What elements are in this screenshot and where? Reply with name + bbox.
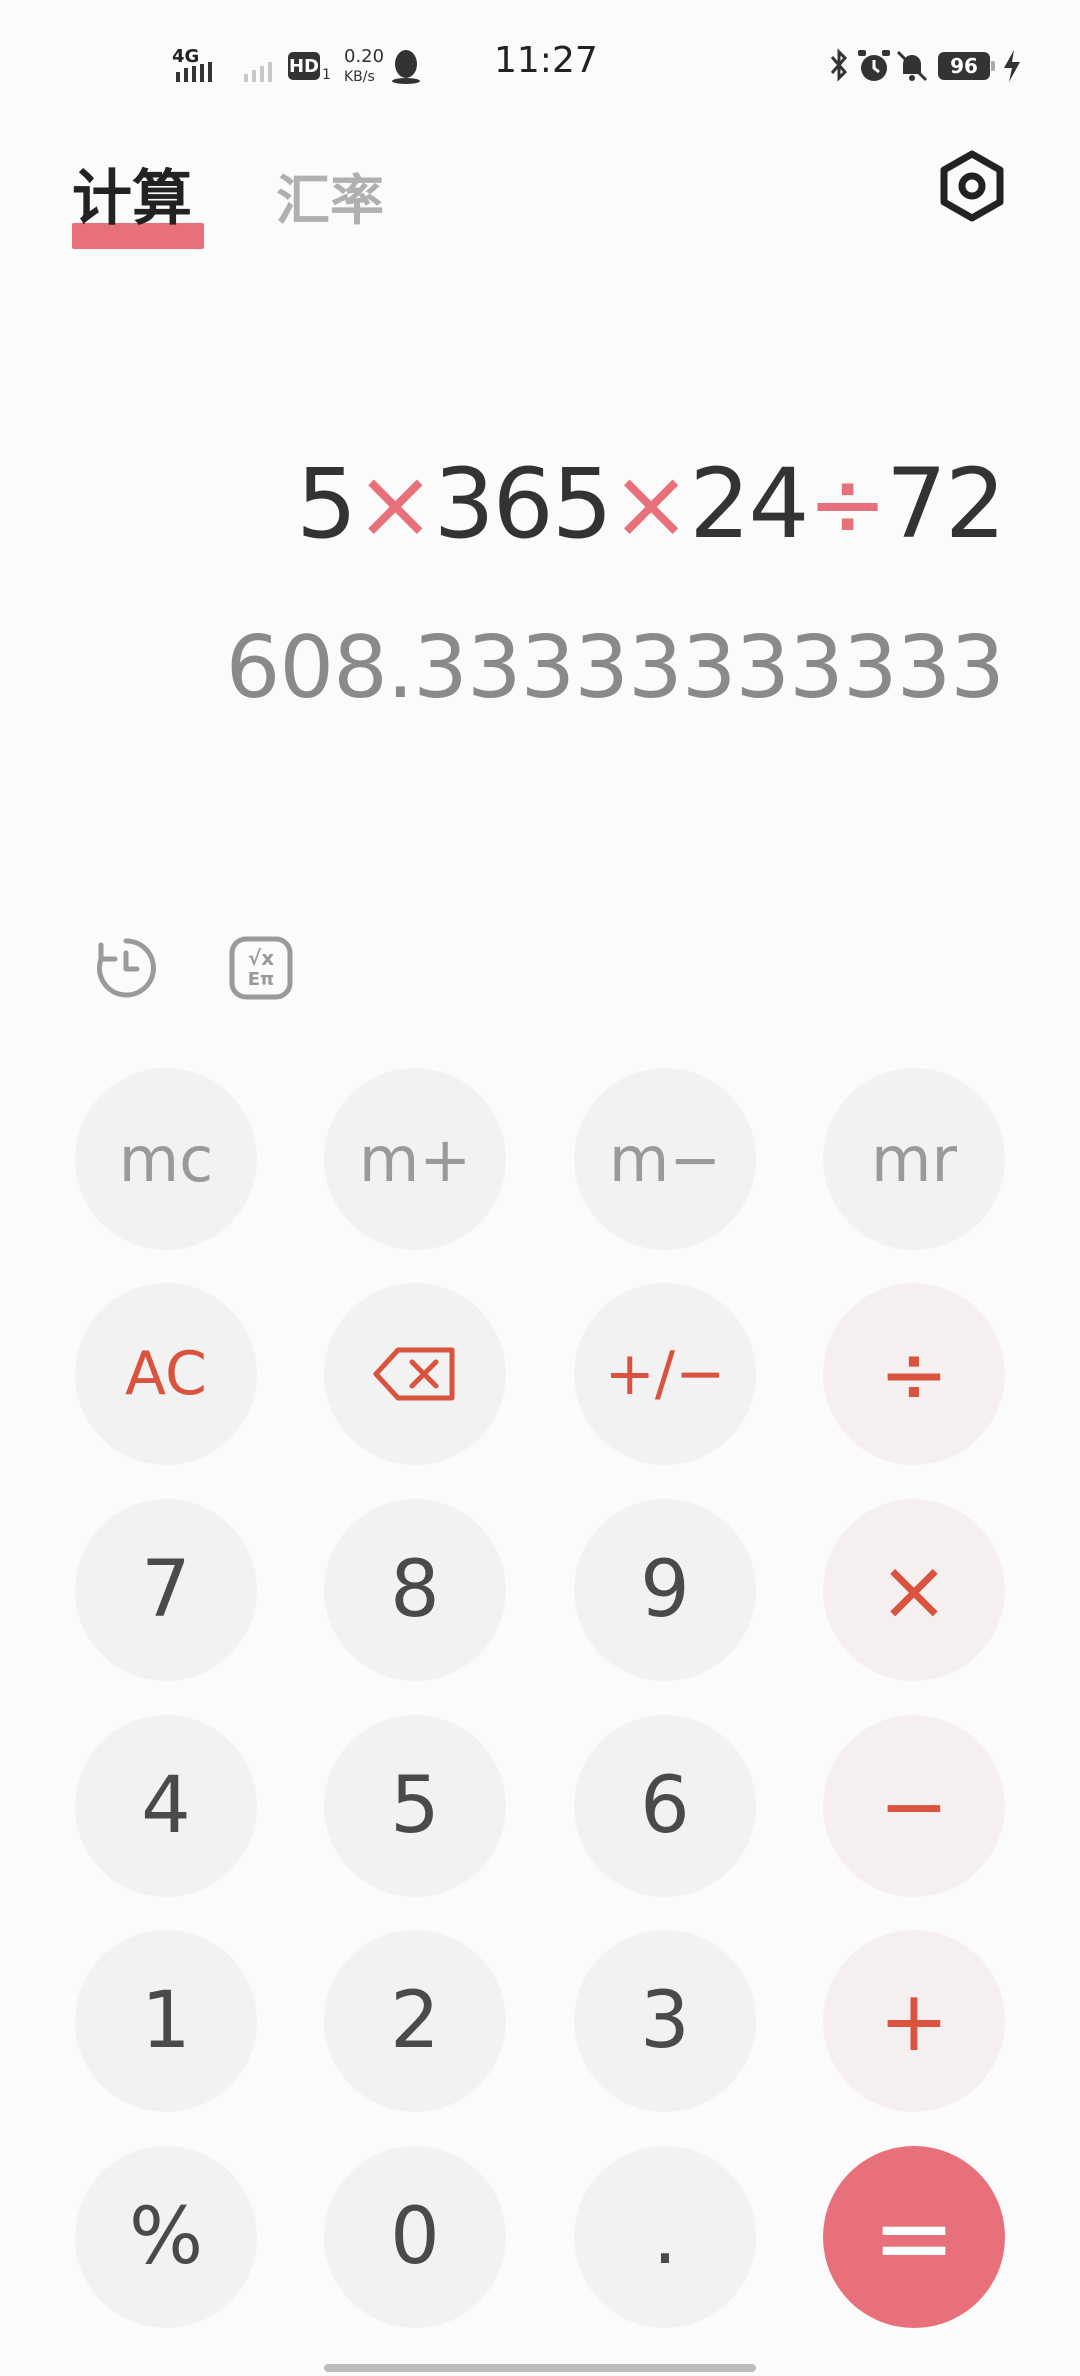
signal-icon <box>176 62 212 82</box>
digit-0-button[interactable]: 0 <box>324 2146 506 2328</box>
multiply-button[interactable]: × <box>823 1499 1005 1681</box>
expression-operand: 365 <box>433 448 613 560</box>
status-bar: 4G HD 1 0.20 KB/s 11:27 96 <box>0 0 1080 130</box>
expression-operator: ÷ <box>807 448 887 560</box>
equals-button[interactable]: = <box>823 2146 1005 2328</box>
calculator-screen: 4G HD 1 0.20 KB/s 11:27 96 计算 汇率 5×365×2… <box>0 0 1080 2376</box>
hd-badge: HD <box>288 52 320 80</box>
battery-icon: 96 <box>938 52 995 80</box>
bluetooth-icon <box>830 48 848 82</box>
m-plus-button[interactable]: m+ <box>324 1068 506 1250</box>
penguin-icon <box>392 50 420 84</box>
percent-button[interactable]: % <box>75 2146 257 2328</box>
digit-6-button[interactable]: 6 <box>574 1715 756 1897</box>
tab-exchange-rate[interactable]: 汇率 <box>276 156 384 235</box>
digit-4-button[interactable]: 4 <box>75 1715 257 1897</box>
digit-3-button[interactable]: 3 <box>574 1930 756 2112</box>
alarm-icon <box>858 50 890 81</box>
svg-text:√x: √x <box>248 946 274 970</box>
plus-button[interactable]: + <box>823 1930 1005 2112</box>
divide-button[interactable]: ÷ <box>823 1283 1005 1465</box>
digit-9-button[interactable]: 9 <box>574 1499 756 1681</box>
svg-text:Eπ: Eπ <box>248 969 275 990</box>
signal-weak-icon <box>244 62 272 82</box>
expression-operand: 24 <box>689 448 809 560</box>
status-time: 11:27 <box>494 40 598 81</box>
expression-operator: × <box>610 448 691 560</box>
ac-button[interactable]: AC <box>75 1283 257 1465</box>
digit-1-button[interactable]: 1 <box>75 1930 257 2112</box>
speed-unit: KB/s <box>344 69 375 85</box>
tab-calculate[interactable]: 计算 <box>72 150 192 237</box>
result-display: 608.33333333333 <box>225 618 1005 718</box>
mc-button[interactable]: mc <box>75 1068 257 1250</box>
backspace-icon <box>373 1347 455 1401</box>
minus-button[interactable]: − <box>823 1715 1005 1897</box>
digit-8-button[interactable]: 8 <box>324 1499 506 1681</box>
settings-icon[interactable] <box>938 150 1006 222</box>
decimal-point-button[interactable]: . <box>574 2146 756 2328</box>
expression-display: 5×365×24÷72 <box>296 448 1006 560</box>
digit-7-button[interactable]: 7 <box>75 1499 257 1681</box>
mute-bell-icon <box>896 50 928 82</box>
scientific-mode-icon[interactable]: √x Eπ <box>228 935 294 1001</box>
battery-level: 96 <box>950 54 978 78</box>
digit-2-button[interactable]: 2 <box>324 1930 506 2112</box>
expression-operator: × <box>355 448 435 560</box>
expression-operand: 5 <box>296 448 357 560</box>
m-minus-button[interactable]: m− <box>574 1068 756 1250</box>
sign-toggle-button[interactable]: +/− <box>574 1283 756 1465</box>
history-icon[interactable] <box>93 935 159 1001</box>
charging-icon <box>1004 50 1020 82</box>
backspace-button[interactable] <box>324 1283 506 1465</box>
hd-sub-label: 1 <box>322 67 331 83</box>
mr-button[interactable]: mr <box>823 1068 1005 1250</box>
expression-operand: 72 <box>885 448 1006 560</box>
digit-5-button[interactable]: 5 <box>324 1715 506 1897</box>
home-indicator[interactable] <box>324 2364 756 2372</box>
speed-value: 0.20 <box>344 46 385 67</box>
